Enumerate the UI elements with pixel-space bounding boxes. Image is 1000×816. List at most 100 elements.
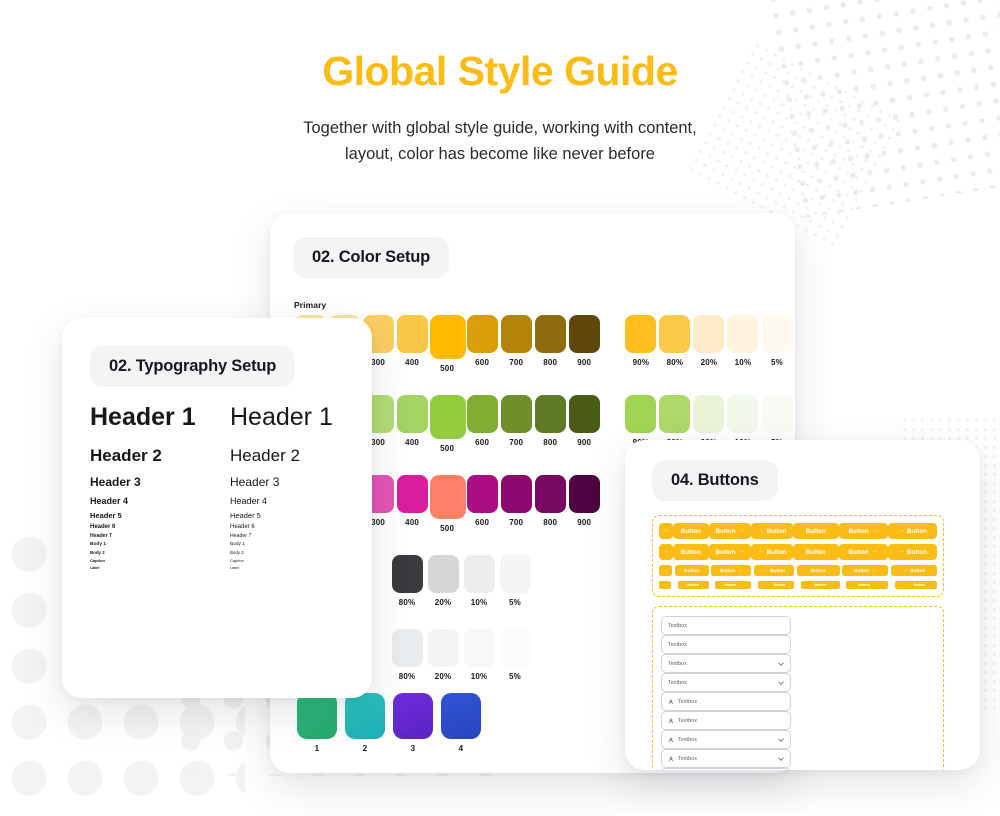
button-text-wide[interactable]: Button	[793, 523, 839, 539]
text-field[interactable]: Textbox	[661, 711, 791, 730]
person-icon	[668, 718, 674, 724]
button-arrow-text-wide[interactable]: →Button	[888, 544, 937, 560]
person-icon	[668, 737, 674, 743]
button-label: Button	[720, 568, 735, 573]
typography-setup-card[interactable]: 02. Typography Setup Header 1Header 1Hea…	[62, 318, 372, 698]
select-field[interactable]: Textbox	[661, 730, 791, 749]
button-text-wide[interactable]: Button	[793, 544, 839, 560]
swatch-primary-yellow-opacity-20%[interactable]: 20%	[693, 315, 725, 367]
button-text-wide[interactable]: Button	[801, 581, 840, 589]
swatch-label: 80%	[659, 358, 691, 367]
button-icon[interactable]: →	[659, 544, 673, 560]
button-text-arrow-wide[interactable]: Button→	[839, 523, 888, 539]
button-arrow-text[interactable]: →Button	[751, 544, 793, 560]
swatch-label: 20%	[426, 598, 460, 607]
swatch-light-gray-opacity-10%[interactable]: 10%	[462, 629, 496, 681]
swatch-magenta-800[interactable]: 800	[534, 475, 566, 527]
swatch-magenta-600[interactable]: 600	[466, 475, 498, 527]
button-text-arrow[interactable]: Button→	[709, 544, 751, 560]
swatch-dark-opacity-10%[interactable]: 10%	[462, 555, 496, 607]
swatch-label: 600	[466, 358, 498, 367]
button-text-arrow-wide[interactable]: Button→	[839, 544, 888, 560]
swatch-primary-yellow-opacity-10%[interactable]: 10%	[727, 315, 759, 367]
button-text[interactable]: Button	[675, 565, 709, 576]
swatch-light-gray-opacity-20%[interactable]: 20%	[426, 629, 460, 681]
button-text-arrow[interactable]: Button→	[709, 523, 751, 539]
button-text[interactable]: Button	[673, 523, 709, 539]
text-field[interactable]: Textbox	[661, 635, 791, 654]
select-field[interactable]: Textbox	[661, 654, 791, 673]
button-text-arrow[interactable]: Button→	[715, 581, 751, 589]
button-text[interactable]: Button	[678, 581, 709, 589]
swatch-green-500[interactable]: 500	[430, 395, 464, 453]
swatch-light-gray-opacity-5%[interactable]: 5%	[498, 629, 532, 681]
swatch-green-400[interactable]: 400	[396, 395, 428, 447]
swatch-magenta-400[interactable]: 400	[396, 475, 428, 527]
button-label: Button	[907, 549, 927, 556]
text-field[interactable]: Textbox	[661, 616, 791, 635]
button-arrow-text[interactable]: →Button	[758, 581, 794, 589]
swatch-label: 500	[430, 364, 464, 373]
swatch-primary-yellow-700[interactable]: 700	[500, 315, 532, 367]
swatch-dark-opacity-80%[interactable]: 80%	[390, 555, 424, 607]
swatch-magenta-900[interactable]: 900	[568, 475, 600, 527]
swatch-label: 20%	[693, 358, 725, 367]
button-text-wide[interactable]: Button	[797, 565, 840, 576]
swatch-primary-yellow-500[interactable]: 500	[430, 315, 464, 373]
swatch-gradient-4[interactable]: 4	[438, 693, 484, 753]
button-label: Button	[907, 528, 927, 535]
swatch-label: 5%	[761, 358, 793, 367]
buttons-card[interactable]: 04. Buttons →ButtonButton→→ButtonButtonB…	[625, 440, 980, 770]
swatch-dark-opacity-20%[interactable]: 20%	[426, 555, 460, 607]
swatch-green-600[interactable]: 600	[466, 395, 498, 447]
button-arrow-text-wide[interactable]: →Button	[888, 523, 937, 539]
swatch-green-900[interactable]: 900	[568, 395, 600, 447]
swatch-dark-opacity-5%[interactable]: 5%	[498, 555, 532, 607]
button-text[interactable]: Button	[673, 544, 709, 560]
swatch-primary-yellow-opacity-80%[interactable]: 80%	[659, 315, 691, 367]
button-text-arrow-wide[interactable]: Button→	[842, 565, 888, 576]
form-field-wrapper: Textbox	[661, 749, 791, 768]
button-row: →ButtonButton→→ButtonButtonButton→→Butto…	[659, 565, 937, 576]
text-field[interactable]: Textbox	[661, 692, 791, 711]
arrow-right-icon: →	[763, 568, 768, 573]
swatch-magenta-500[interactable]: 500	[430, 475, 464, 533]
arrow-right-icon: →	[872, 549, 878, 555]
swatch-primary-yellow-opacity-90%[interactable]: 90%	[625, 315, 657, 367]
swatch-light-gray-opacity-80%[interactable]: 80%	[390, 629, 424, 681]
typography-row: LabelLabel	[90, 566, 372, 570]
swatch-label: 600	[466, 438, 498, 447]
swatch-gradient-1[interactable]: 1	[294, 693, 340, 753]
button-icon[interactable]: →	[659, 565, 672, 576]
swatch-primary-yellow-400[interactable]: 400	[396, 315, 428, 367]
swatch-primary-yellow-600[interactable]: 600	[466, 315, 498, 367]
chevron-down-icon	[778, 738, 784, 742]
button-arrow-text-wide[interactable]: →Button	[891, 565, 937, 576]
typography-regular-sample: Body 2	[230, 550, 244, 555]
swatch-magenta-700[interactable]: 700	[500, 475, 532, 527]
button-arrow-text-wide[interactable]: →Button	[895, 581, 937, 589]
arrow-right-icon: →	[757, 549, 763, 555]
button-arrow-text[interactable]: →Button	[751, 523, 793, 539]
typography-bold-sample: Caption	[90, 558, 230, 563]
button-arrow-text[interactable]: →Button	[754, 565, 794, 576]
button-label: Button	[767, 528, 787, 535]
swatch-primary-yellow-800[interactable]: 800	[534, 315, 566, 367]
select-field[interactable]: Textbox	[661, 749, 791, 768]
swatch-green-700[interactable]: 700	[500, 395, 532, 447]
select-field[interactable]: Textbox	[661, 673, 791, 692]
button-label: Button	[849, 528, 869, 535]
swatch-primary-yellow-900[interactable]: 900	[568, 315, 600, 367]
button-text-arrow-wide[interactable]: Button→	[846, 581, 888, 589]
swatch-label: 5%	[498, 672, 532, 681]
swatch-gradient-3[interactable]: 3	[390, 693, 436, 753]
textarea-field[interactable]: Textarea	[661, 768, 791, 770]
swatch-label: 500	[430, 524, 464, 533]
button-text-arrow[interactable]: Button→	[711, 565, 751, 576]
swatch-green-800[interactable]: 800	[534, 395, 566, 447]
button-icon[interactable]: →	[659, 523, 673, 539]
form-field-wrapper: Textbox	[661, 711, 791, 730]
swatch-gradient-2[interactable]: 2	[342, 693, 388, 753]
button-icon[interactable]: →	[659, 581, 671, 589]
swatch-primary-yellow-opacity-5%[interactable]: 5%	[761, 315, 793, 367]
